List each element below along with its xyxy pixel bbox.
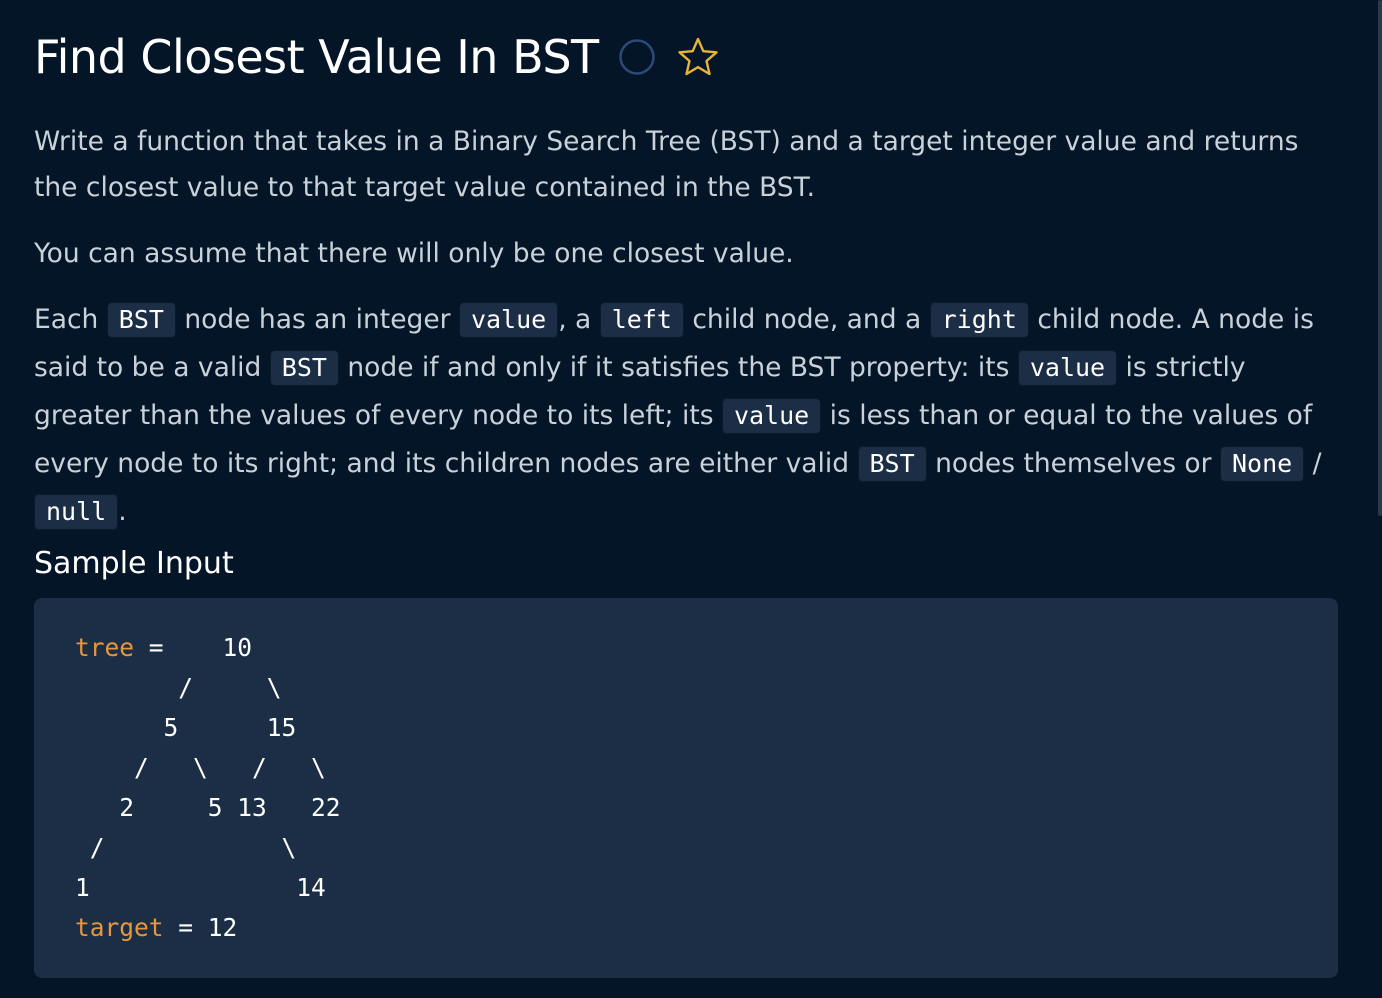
code-keyword-target: target bbox=[75, 913, 164, 942]
inline-code-bst: BST bbox=[857, 446, 927, 482]
inline-code-none: None bbox=[1219, 446, 1305, 482]
code-line-target: target = 12 bbox=[75, 908, 1338, 948]
code-line: 2 5 13 22 bbox=[75, 793, 341, 822]
description-paragraph-3: Each BST node has an integer value, a le… bbox=[34, 296, 1338, 536]
text-fragment: / bbox=[1304, 448, 1322, 479]
text-fragment: node if and only if it satisfies the BST… bbox=[338, 352, 1018, 383]
text-fragment: . bbox=[118, 496, 127, 527]
text-fragment: Each bbox=[34, 304, 107, 335]
code-line: 1 14 bbox=[75, 873, 326, 902]
circle-outline-icon[interactable] bbox=[618, 39, 655, 75]
inline-code-left: left bbox=[599, 302, 684, 338]
inline-code-bst: BST bbox=[106, 302, 176, 338]
text-fragment: node has an integer bbox=[175, 304, 459, 335]
page-title: Find Closest Value In BST bbox=[34, 30, 599, 84]
code-line: / \ bbox=[75, 833, 297, 862]
code-text: = 12 bbox=[163, 913, 238, 942]
code-text: = 10 bbox=[134, 633, 253, 662]
inline-code-value: value bbox=[458, 302, 559, 338]
title-row: Find Closest Value In BST bbox=[34, 26, 719, 88]
inline-code-null: null bbox=[34, 494, 119, 530]
description-paragraph-2: You can assume that there will only be o… bbox=[34, 238, 794, 269]
star-outline-icon[interactable] bbox=[677, 36, 719, 78]
description-paragraph-1: Write a function that takes in a Binary … bbox=[34, 126, 1299, 203]
code-line: 5 15 bbox=[75, 713, 297, 742]
text-fragment: nodes themselves or bbox=[926, 448, 1220, 479]
code-line-tree: tree = 10 bbox=[75, 628, 1338, 668]
text-fragment: child node, and a bbox=[683, 304, 930, 335]
text-fragment: , a bbox=[558, 304, 600, 335]
code-line: / \ bbox=[75, 673, 282, 702]
inline-code-value: value bbox=[721, 398, 822, 434]
inline-code-bst: BST bbox=[269, 350, 339, 386]
inline-code-right: right bbox=[929, 302, 1029, 338]
sample-input-code-block: tree = 10 / \ 5 15 / \ / \ 2 5 13 22 / \… bbox=[34, 598, 1338, 978]
code-line: / \ / \ bbox=[75, 753, 326, 782]
inline-code-value: value bbox=[1017, 350, 1118, 386]
code-keyword-tree: tree bbox=[75, 633, 135, 662]
vertical-scrollbar[interactable] bbox=[1378, 0, 1382, 516]
sample-input-heading: Sample Input bbox=[34, 546, 234, 581]
